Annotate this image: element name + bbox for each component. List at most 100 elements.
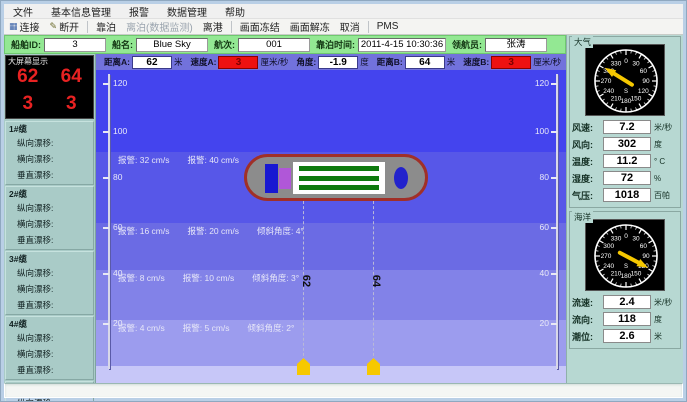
info-value[interactable]: Blue Sky <box>136 38 208 52</box>
cable-drift-row: 横向漂移: <box>9 216 91 232</box>
env-field-label: 湿度: <box>572 172 600 185</box>
menu-item-0[interactable]: 文件 <box>4 4 42 19</box>
cable-drift-row: 纵向漂移: <box>9 330 91 346</box>
toolbar-button-label: 靠泊 <box>96 19 116 34</box>
env-field-unit: 米 <box>654 331 662 342</box>
env-field-label: 气压: <box>572 189 600 202</box>
ship-deckhouse <box>279 168 291 189</box>
measurement-line-label-0: 62 <box>300 275 312 287</box>
env-field-unit: ° C <box>654 157 665 166</box>
menu-item-3[interactable]: 数据管理 <box>158 4 216 19</box>
alarm-threshold-text: 报警: 32 cm/s <box>118 155 169 165</box>
svg-text:0: 0 <box>624 233 628 240</box>
svg-text:120: 120 <box>638 88 649 95</box>
svg-text:210: 210 <box>611 270 622 277</box>
svg-text:270: 270 <box>601 78 612 85</box>
led-value-3: 3 <box>50 93 94 116</box>
env-field-气压:: 气压:1018百帕 <box>572 188 678 202</box>
left-axis-tick <box>103 227 109 229</box>
alarm-threshold-text: 报警: 20 cm/s <box>187 226 238 236</box>
toolbar-button-取消[interactable]: 取消 <box>335 20 365 34</box>
wind-direction-gauge: 0306090120150180210240270300330S <box>585 44 665 116</box>
measure-value-0: 62 <box>132 56 172 69</box>
svg-text:S: S <box>624 264 628 270</box>
toolbar-button-画面冻结[interactable]: 画面冻结 <box>235 20 285 34</box>
right-axis-label: 40 <box>540 268 549 278</box>
toolbar-button-连接[interactable]: ▦连接 <box>4 20 45 34</box>
left-column: 船舶ID:3船名:Blue Sky航次:001靠泊时间:2011-4-15 10… <box>4 35 566 383</box>
cable-section-title: 1#缆 <box>9 123 91 135</box>
alarm-threshold-row-3: 报警: 4 cm/s报警: 5 cm/s倾斜角度: 2° <box>118 322 312 334</box>
toolbar-separator <box>368 21 369 33</box>
status-bar <box>4 383 683 398</box>
measurement-bar: 距离A:62米速度A:3厘米/秒角度:-1.9度距离B:64米速度B:3厘米/秒 <box>96 54 566 70</box>
chart-band-6 <box>96 366 566 383</box>
measure-label-2: 角度: <box>296 56 316 68</box>
cable-drift-row: 横向漂移: <box>9 151 91 167</box>
right-axis-tick <box>551 227 557 229</box>
left-axis-tick <box>103 323 109 325</box>
led-value-2: 3 <box>6 93 50 116</box>
body: 大屏幕显示 626433 1#缆纵向漂移:横向漂移:垂直漂移:2#缆纵向漂移:横… <box>4 54 566 383</box>
info-value[interactable]: 3 <box>44 38 106 52</box>
toolbar-button-PMS[interactable]: PMS <box>372 20 404 34</box>
info-label: 船名: <box>112 38 133 51</box>
toolbar-button-label: 连接 <box>20 19 40 34</box>
toolbar-button-断开[interactable]: ✎断开 <box>45 20 85 34</box>
ship-stern-structure <box>394 167 408 189</box>
cable-section-title: 4#缆 <box>9 318 91 330</box>
svg-text:S: S <box>624 89 628 95</box>
cable-section-title: 3#缆 <box>9 253 91 265</box>
env-field-湿度:: 湿度:72% <box>572 171 678 185</box>
env-field-风速:: 风速:7.2米/秒 <box>572 120 678 134</box>
env-field-潮位:: 潮位:2.6米 <box>572 329 678 343</box>
menu-item-1[interactable]: 基本信息管理 <box>42 4 120 19</box>
chart-band-1 <box>96 70 566 152</box>
info-label: 领航员: <box>452 38 482 51</box>
right-axis-label: 20 <box>540 318 549 328</box>
measure-value-2: -1.9 <box>318 56 358 69</box>
info-field-3: 靠泊时间:2011-4-15 10:30:36 <box>310 38 446 52</box>
menu-item-2[interactable]: 报警 <box>120 4 158 19</box>
svg-text:300: 300 <box>603 243 614 250</box>
toolbar-button-label: 取消 <box>340 19 360 34</box>
toolbar-button-离港[interactable]: 离港 <box>198 20 228 34</box>
svg-text:330: 330 <box>611 61 622 68</box>
ship-diagram <box>244 154 428 201</box>
env-field-value: 302 <box>603 137 651 151</box>
left-axis-label: 60 <box>113 222 122 232</box>
env-field-label: 流向: <box>572 313 600 326</box>
svg-text:0: 0 <box>624 58 628 65</box>
info-value[interactable]: 张涛 <box>485 38 547 52</box>
svg-text:30: 30 <box>632 236 640 243</box>
toolbar-button-靠泊[interactable]: 靠泊 <box>91 20 121 34</box>
left-axis-label: 20 <box>113 318 122 328</box>
cable-section-title: 2#缆 <box>9 188 91 200</box>
berthing-chart: 报警: 32 cm/s报警: 40 cm/s倾斜角度: 5°报警: 16 cm/… <box>96 70 566 383</box>
alarm-threshold-text: 倾斜角度: 2° <box>248 323 295 333</box>
info-field-0: 船舶ID:3 <box>5 38 106 52</box>
svg-text:270: 270 <box>601 253 612 260</box>
right-axis-label: 80 <box>540 172 549 182</box>
env-field-value: 72 <box>603 171 651 185</box>
env-field-unit: 度 <box>654 314 662 325</box>
env-field-label: 温度: <box>572 155 600 168</box>
right-axis-label: 120 <box>535 78 549 88</box>
ocean-fields: 流速:2.4米/秒流向:118度潮位:2.6米 <box>572 295 678 343</box>
alarm-threshold-text: 报警: 40 cm/s <box>187 155 238 165</box>
content: 船舶ID:3船名:Blue Sky航次:001靠泊时间:2011-4-15 10… <box>4 35 683 383</box>
info-value[interactable]: 2011-4-15 10:30:36 <box>358 38 446 52</box>
menu-item-4[interactable]: 帮助 <box>216 4 254 19</box>
info-label: 航次: <box>214 38 235 51</box>
info-value[interactable]: 001 <box>238 38 310 52</box>
atmosphere-title: 大气 <box>572 36 593 48</box>
led-value-1: 64 <box>50 66 94 89</box>
toolbar-button-离泊(数据监测): 离泊(数据监测) <box>121 20 198 34</box>
env-field-unit: 度 <box>654 139 662 150</box>
info-label: 靠泊时间: <box>316 38 355 51</box>
svg-text:180: 180 <box>621 98 632 105</box>
toolbar-button-画面解冻[interactable]: 画面解冻 <box>285 20 335 34</box>
svg-text:240: 240 <box>603 88 614 95</box>
env-field-流速:: 流速:2.4米/秒 <box>572 295 678 309</box>
env-field-value: 7.2 <box>603 120 651 134</box>
